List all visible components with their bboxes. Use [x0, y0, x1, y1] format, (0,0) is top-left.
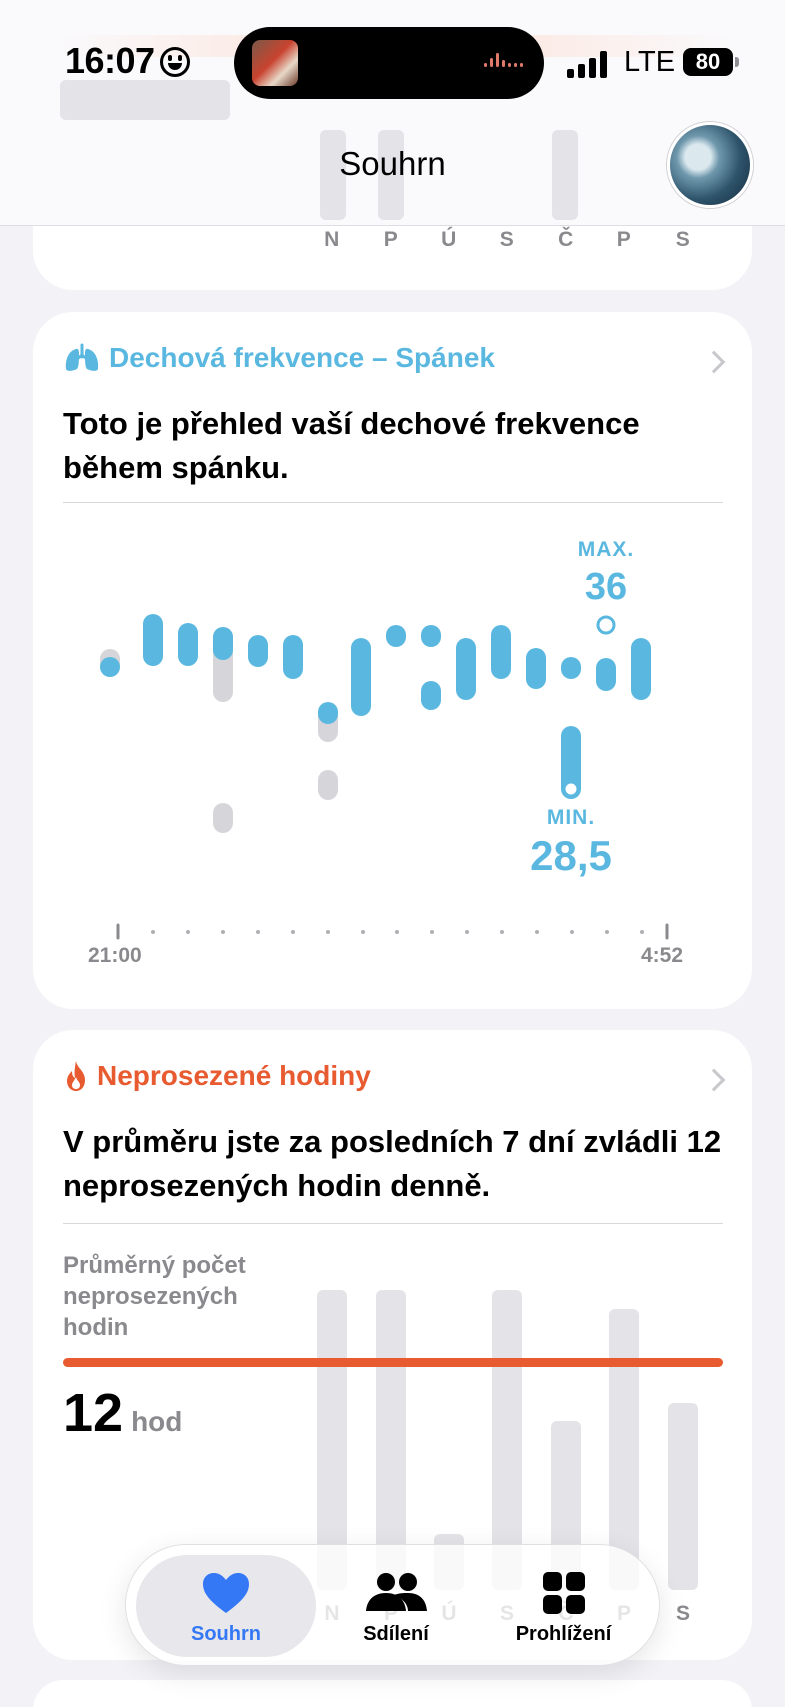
tab-label: Sdílení	[363, 1623, 429, 1645]
chart-mark	[596, 658, 616, 691]
axis-dot	[570, 930, 574, 934]
battery-icon: 80	[683, 48, 733, 76]
chart-mark	[351, 638, 371, 716]
card-description: V průměru jste za posledních 7 dní zvlád…	[63, 1124, 722, 1203]
day-label: S	[675, 228, 691, 251]
network-type: LTE	[624, 46, 676, 78]
min-marker	[562, 780, 580, 798]
chart-mark	[143, 614, 163, 666]
heart-icon	[203, 1573, 249, 1613]
axis-dot	[465, 930, 469, 934]
status-time: 16:07	[65, 40, 155, 81]
chart-mark	[421, 625, 441, 647]
max-label: MAX.	[577, 538, 635, 561]
chart-mark	[318, 770, 338, 800]
average-unit: hod	[131, 1406, 183, 1437]
chart-mark	[248, 635, 268, 667]
average-label: Průměrný počet neprosezených hodin	[63, 1252, 246, 1341]
card-header: Neprosezené hodiny	[63, 1060, 371, 1092]
end-time-label: 4:52	[641, 944, 684, 967]
header: 16:07 LTE 80 Souhrn	[0, 0, 785, 226]
max-value: 36	[584, 566, 628, 608]
signal-icon	[567, 50, 609, 78]
now-playing-artwork[interactable]	[252, 40, 298, 86]
header-background-blur	[60, 80, 230, 120]
axis-dot	[605, 930, 609, 934]
chart-mark	[318, 702, 338, 724]
flame-icon	[67, 1061, 85, 1091]
people-icon	[366, 1573, 427, 1611]
tab-browse[interactable]: Prohlížení	[476, 1555, 651, 1657]
tab-sharing[interactable]: Sdílení	[321, 1555, 471, 1657]
day-label: Č	[558, 228, 574, 251]
chart-mark	[456, 638, 476, 700]
day-label: N	[324, 228, 340, 251]
axis-dot	[361, 930, 365, 934]
chevron-right-icon[interactable]	[702, 1068, 726, 1092]
battery-cap	[735, 57, 739, 67]
min-label: MIN.	[546, 806, 596, 829]
axis-dot	[256, 930, 260, 934]
chart-mark	[526, 648, 546, 689]
respiratory-chart-svg	[100, 614, 669, 940]
tab-label: Prohlížení	[515, 1623, 612, 1645]
chart-mark	[631, 638, 651, 700]
respiratory-rate-card[interactable]: Dechová frekvence – Spánek Toto je přehl…	[33, 312, 752, 1009]
start-time-label: 21:00	[88, 944, 142, 967]
axis-dot	[535, 930, 539, 934]
chart-mark	[491, 625, 511, 679]
chart-mark	[213, 803, 233, 833]
axis-dot	[291, 930, 295, 934]
average-value: 12 hod	[63, 1382, 182, 1444]
day-label: S	[499, 228, 515, 251]
chart-mark	[178, 623, 198, 666]
chart-mark	[100, 657, 120, 677]
chart-mark	[561, 657, 581, 679]
axis-dot	[640, 930, 644, 934]
dynamic-island[interactable]	[234, 27, 544, 99]
min-value: 28,5	[530, 832, 612, 879]
avatar[interactable]	[667, 122, 753, 208]
respiratory-chart: MAX. 36 MIN. 28,5 21:00 4:52	[33, 312, 752, 1009]
axis-dot	[326, 930, 330, 934]
day-label: S	[675, 1602, 690, 1625]
grid-icon	[542, 1572, 585, 1614]
top-card-day-labels: N P Ú S Č P S	[0, 228, 785, 258]
chart-mark	[213, 627, 233, 660]
chart-mark	[283, 635, 303, 679]
chart-mark	[386, 625, 406, 647]
day-label: Ú	[441, 228, 457, 251]
max-marker	[596, 615, 616, 635]
axis-dot	[430, 930, 434, 934]
tab-label: Souhrn	[191, 1623, 261, 1645]
tab-bar: Souhrn Sdílení Prohlížení	[125, 1544, 660, 1666]
next-card[interactable]	[33, 1680, 752, 1707]
average-number: 12	[63, 1383, 124, 1443]
axis-dot	[221, 930, 225, 934]
stand-bar	[668, 1402, 698, 1590]
axis-dot	[395, 930, 399, 934]
chart-mark	[421, 681, 441, 710]
axis-dot	[500, 930, 504, 934]
axis-dot	[186, 930, 190, 934]
card-title: Neprosezené hodiny	[97, 1060, 371, 1091]
tab-summary[interactable]: Souhrn	[136, 1555, 316, 1657]
smiley-icon	[160, 47, 190, 77]
axis-dot	[151, 930, 155, 934]
average-line	[63, 1358, 723, 1367]
day-label: P	[616, 228, 632, 251]
day-label: P	[383, 228, 399, 251]
audio-wave-icon	[484, 53, 524, 71]
divider	[63, 1223, 723, 1224]
